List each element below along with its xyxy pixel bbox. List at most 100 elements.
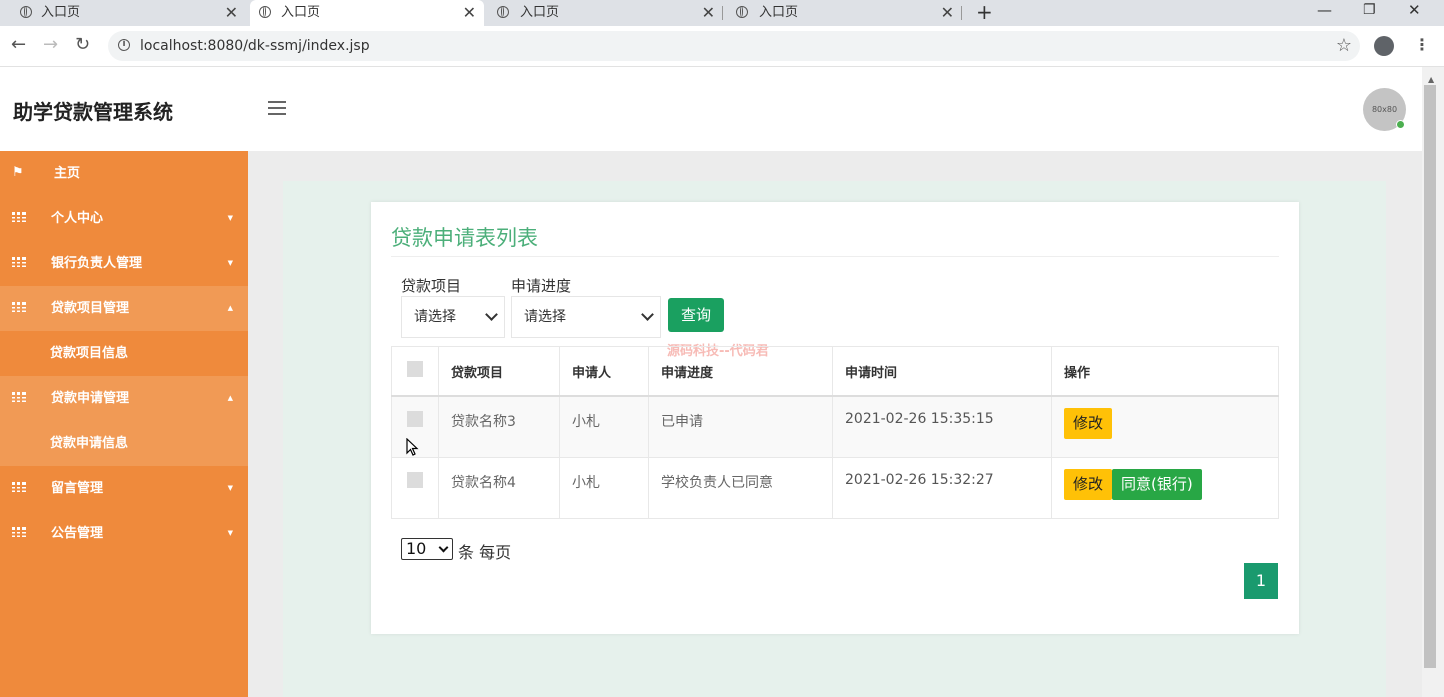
grid-icon <box>12 482 26 492</box>
sidebar-subitem-loan-application-info[interactable]: 贷款申请信息 <box>0 421 248 466</box>
sidebar-item-label: 公告管理 <box>51 526 104 541</box>
pagination-page-button[interactable]: 1 <box>1244 563 1278 599</box>
close-icon[interactable]: ✕ <box>225 0 238 25</box>
grid-icon <box>12 212 26 222</box>
sidebar-item-home[interactable]: ⚑ 主页 <box>0 151 248 196</box>
tab-title: 入口页 <box>281 5 321 20</box>
filter-project-select[interactable]: 请选择 <box>401 296 505 338</box>
close-icon[interactable]: ✕ <box>941 0 954 25</box>
loan-application-table: 贷款项目 申请人 申请进度 申请时间 操作 贷款名称3 小札 已申请 2021-… <box>391 346 1279 519</box>
sidebar-item-label: 个人中心 <box>51 211 104 226</box>
browser-tab-1[interactable]: 入口页 ✕ <box>20 0 246 26</box>
cell-applicant: 小札 <box>559 395 649 458</box>
cell-project: 贷款名称4 <box>438 456 560 519</box>
chevron-down-icon <box>485 308 498 321</box>
filter-progress-label: 申请进度 <box>511 277 572 295</box>
edit-button[interactable]: 修改 <box>1064 408 1113 439</box>
sidebar-item-personal-center[interactable]: 个人中心 ▼ <box>0 196 248 241</box>
sidebar-item-label: 留言管理 <box>51 481 104 496</box>
sidebar-item-bank-manager[interactable]: 银行负责人管理 ▼ <box>0 241 248 286</box>
flag-icon: ⚑ <box>12 165 24 180</box>
select-all-checkbox[interactable] <box>407 361 423 377</box>
grid-icon <box>12 392 26 402</box>
new-tab-icon[interactable]: + <box>976 0 993 24</box>
caret-down-icon: ▼ <box>227 529 233 537</box>
browser-tab-3[interactable]: 入口页 ✕ <box>497 0 723 26</box>
filter-progress-select[interactable]: 请选择 <box>511 296 661 338</box>
chevron-down-icon <box>438 542 449 553</box>
column-header: 申请进度 <box>648 346 833 397</box>
grid-icon <box>12 257 26 267</box>
info-icon[interactable]: i <box>118 39 130 51</box>
cell-actions: 修改 同意(银行) <box>1051 456 1279 519</box>
loan-application-card: 贷款申请表列表 贷款项目 请选择 申请进度 请选择 查询 源码科技--代码君 贷… <box>371 202 1299 634</box>
cell-time: 2021-02-26 15:32:27 <box>832 456 1052 519</box>
sidebar-item-loan-project-management[interactable]: 贷款项目管理 ▲ <box>0 286 248 331</box>
row-checkbox[interactable] <box>407 411 423 427</box>
browser-toolbar: ← → ↻ i localhost:8080/dk-ssmj/index.jsp… <box>0 26 1444 67</box>
filter-project-label: 贷款项目 <box>401 277 462 295</box>
browser-tab-2[interactable]: 入口页 ✕ <box>250 0 484 26</box>
avatar[interactable]: 80x80 <box>1363 88 1406 131</box>
page-size-value: 10 <box>406 539 427 558</box>
sidebar-item-label: 贷款申请管理 <box>51 391 130 406</box>
table-row: 贷款名称4 小札 学校负责人已同意 2021-02-26 15:32:27 修改… <box>391 456 1279 519</box>
sidebar-subitem-loan-project-info[interactable]: 贷款项目信息 <box>0 331 248 376</box>
minimize-icon[interactable]: — <box>1317 0 1332 20</box>
caret-down-icon: ▼ <box>227 484 233 492</box>
cell-actions: 修改 <box>1051 395 1279 458</box>
scroll-up-icon[interactable]: ▲ <box>1428 75 1434 84</box>
cell-applicant: 小札 <box>559 456 649 519</box>
cell-progress: 已申请 <box>648 395 833 458</box>
address-bar[interactable]: i localhost:8080/dk-ssmj/index.jsp ☆ <box>108 31 1360 61</box>
sidebar-item-messages[interactable]: 留言管理 ▼ <box>0 466 248 511</box>
edit-button[interactable]: 修改 <box>1064 468 1113 500</box>
hamburger-menu-icon[interactable] <box>268 101 286 119</box>
tab-title: 入口页 <box>520 5 560 20</box>
menu-kebab-icon[interactable]: ⋮ <box>1414 34 1430 56</box>
scrollbar-thumb[interactable] <box>1424 85 1436 668</box>
cell-project: 贷款名称3 <box>438 395 560 458</box>
forward-icon[interactable]: → <box>43 35 58 55</box>
app-header: 助学贷款管理系统 80x80 <box>0 67 1422 152</box>
tab-separator <box>722 6 723 20</box>
grid-icon <box>12 302 26 312</box>
globe-icon <box>736 6 748 18</box>
tab-separator <box>961 6 962 20</box>
caret-down-icon: ▼ <box>227 214 233 222</box>
grid-icon <box>12 527 26 537</box>
mouse-cursor-icon <box>406 438 419 456</box>
page-size-select[interactable]: 10 <box>401 538 453 560</box>
back-icon[interactable]: ← <box>11 35 26 55</box>
globe-icon <box>20 6 32 18</box>
reload-icon[interactable]: ↻ <box>75 35 90 55</box>
query-button[interactable]: 查询 <box>668 298 724 332</box>
page-scrollbar[interactable]: ▲ <box>1422 67 1444 697</box>
sidebar-item-label: 银行负责人管理 <box>51 256 143 271</box>
url-text: localhost:8080/dk-ssmj/index.jsp <box>140 38 370 54</box>
per-page-label: 条 每页 <box>458 543 512 562</box>
divider <box>391 256 1279 257</box>
tab-title: 入口页 <box>759 5 799 20</box>
sidebar-item-label: 主页 <box>54 166 81 181</box>
column-header: 贷款项目 <box>438 346 560 397</box>
close-icon[interactable]: ✕ <box>702 0 715 25</box>
sidebar-item-announcements[interactable]: 公告管理 ▼ <box>0 511 248 556</box>
window-close-icon[interactable]: ✕ <box>1408 0 1421 20</box>
select-value: 请选择 <box>414 309 456 325</box>
row-select-cell <box>391 456 439 519</box>
select-value: 请选择 <box>524 309 566 325</box>
row-checkbox[interactable] <box>407 471 423 488</box>
online-status-dot <box>1396 120 1405 129</box>
browser-tab-bar: 入口页 ✕ 入口页 ✕ 入口页 ✕ 入口页 ✕ + — ❐ ✕ <box>0 0 1444 26</box>
sidebar-item-loan-application-management[interactable]: 贷款申请管理 ▲ <box>0 376 248 421</box>
profile-icon[interactable] <box>1374 36 1394 56</box>
table-row: 贷款名称3 小札 已申请 2021-02-26 15:35:15 修改 <box>391 395 1279 458</box>
bookmark-star-icon[interactable]: ☆ <box>1336 31 1352 61</box>
bank-approve-button[interactable]: 同意(银行) <box>1112 468 1202 500</box>
browser-tab-4[interactable]: 入口页 ✕ <box>736 0 962 26</box>
column-header: 操作 <box>1051 346 1279 397</box>
app-title: 助学贷款管理系统 <box>13 100 173 124</box>
restore-icon[interactable]: ❐ <box>1363 0 1376 20</box>
close-icon[interactable]: ✕ <box>463 0 476 25</box>
